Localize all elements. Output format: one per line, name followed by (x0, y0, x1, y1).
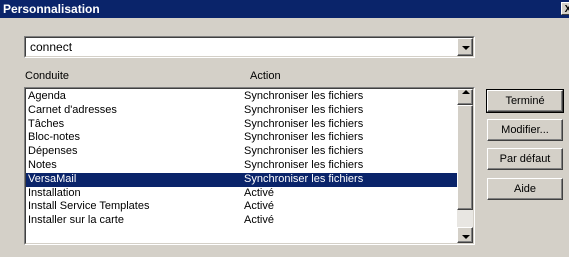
conduit-name: Tâches (28, 117, 65, 130)
help-button[interactable]: Aide (487, 178, 563, 200)
conduit-name: Install Service Templates (28, 200, 150, 213)
conduit-action: Synchroniser les fichiers (244, 145, 364, 158)
conduit-list[interactable]: Agenda Synchroniser les fichiers Carnet d'… (24, 87, 475, 245)
default-button[interactable]: Par défaut (487, 148, 563, 170)
modify-button[interactable]: Modifier... (487, 119, 563, 141)
list-item[interactable]: Tâches Synchroniser les fichiers (26, 118, 457, 132)
list-item[interactable]: Install Service Templates Activé (26, 200, 457, 214)
conduit-action: Synchroniser les fichiers (244, 172, 364, 185)
column-header-conduit: Conduite (25, 70, 70, 82)
close-button[interactable]: X (561, 2, 569, 15)
scroll-up-button[interactable] (457, 89, 473, 105)
dropdown-arrow-button[interactable] (457, 38, 473, 56)
close-icon: X (564, 4, 569, 15)
list-rows: Agenda Synchroniser les fichiers Carnet d'… (26, 90, 457, 243)
conduit-name: Bloc-notes (28, 131, 80, 144)
conduit-name: Dépenses (28, 145, 78, 158)
conduit-name: Installation (28, 186, 81, 199)
conduit-name: Notes (28, 158, 57, 171)
list-item[interactable]: VersaMail Synchroniser les fichiers (26, 172, 457, 187)
list-item[interactable]: Installer sur la carte Activé (26, 214, 457, 228)
list-item[interactable]: Installation Activé (26, 187, 457, 201)
conduit-action: Synchroniser les fichiers (244, 131, 364, 144)
vertical-scrollbar[interactable] (457, 89, 473, 243)
done-button[interactable]: Terminé (486, 89, 564, 113)
list-item[interactable]: Carnet d'adresses Synchroniser les fichie… (26, 104, 457, 118)
scroll-down-button[interactable] (457, 227, 473, 243)
list-item[interactable]: Bloc-notes Synchroniser les fichiers (26, 131, 457, 145)
conduit-name: Agenda (28, 90, 66, 102)
scrollbar-thumb[interactable] (457, 105, 473, 210)
conduit-action: Activé (244, 186, 274, 199)
conduit-name: Installer sur la carte (28, 214, 124, 227)
dropdown-value: connect (30, 40, 73, 54)
conduit-action: Synchroniser les fichiers (244, 158, 364, 171)
conduit-action: Synchroniser les fichiers (244, 90, 364, 102)
conduit-action: Synchroniser les fichiers (244, 117, 364, 130)
arrow-down-icon (462, 235, 470, 239)
title-bar: Personnalisation X (0, 0, 569, 18)
conduit-action: Activé (244, 214, 274, 227)
chevron-down-icon (462, 46, 470, 50)
list-item[interactable]: Notes Synchroniser les fichiers (26, 159, 457, 173)
list-item[interactable]: Agenda Synchroniser les fichiers (26, 90, 457, 104)
list-item[interactable]: Dépenses Synchroniser les fichiers (26, 145, 457, 159)
conduit-action: Activé (244, 200, 274, 213)
conduit-name: VersaMail (28, 172, 77, 185)
conduit-action: Synchroniser les fichiers (244, 103, 364, 116)
conduit-dropdown[interactable]: connect (24, 36, 475, 58)
arrow-up-icon (462, 90, 470, 94)
conduit-name: Carnet d'adresses (28, 103, 117, 116)
column-header-action: Action (250, 70, 281, 82)
window-title: Personnalisation (3, 2, 100, 16)
